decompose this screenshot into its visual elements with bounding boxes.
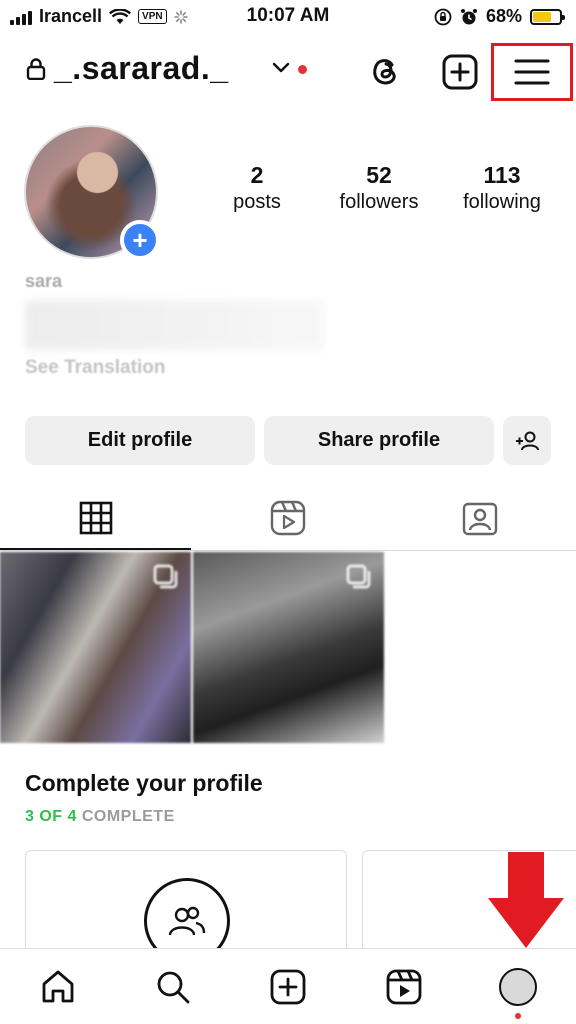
nav-profile[interactable]	[498, 967, 538, 1007]
home-icon	[42, 970, 74, 1003]
posts-label: posts	[233, 191, 281, 213]
nav-create[interactable]	[268, 967, 308, 1007]
reels-icon	[386, 969, 422, 1005]
add-person-icon	[516, 431, 539, 450]
search-icon	[157, 971, 190, 1004]
profile-header: _.sararad._	[0, 40, 576, 102]
nav-search[interactable]	[153, 967, 193, 1007]
profile-name: sara	[25, 271, 63, 291]
following-count: 113	[483, 162, 521, 188]
profile-avatar-wrap[interactable]: +	[24, 125, 160, 260]
tab-tagged[interactable]	[460, 498, 500, 538]
edit-profile-button[interactable]: Edit profile	[25, 416, 255, 465]
people-icon	[168, 906, 206, 936]
progress-count: 3 OF 4	[25, 808, 77, 825]
battery-icon	[530, 8, 565, 25]
stat-posts[interactable]: 2 posts	[222, 162, 292, 214]
status-bar: Irancell VPN 10:07 AM 68%	[0, 0, 576, 34]
status-right: 68%	[434, 6, 565, 27]
tab-divider	[0, 550, 576, 551]
tab-posts-grid[interactable]	[76, 498, 116, 538]
profile-bio-blurred	[25, 300, 325, 350]
tab-reels[interactable]	[268, 498, 308, 538]
profile-avatar-icon	[499, 968, 537, 1006]
posts-count: 2	[250, 162, 264, 188]
followers-count: 52	[366, 162, 392, 188]
menu-icon	[514, 59, 550, 85]
username-switcher[interactable]: _.sararad._	[54, 50, 229, 87]
complete-profile-title: Complete your profile	[25, 770, 263, 796]
profile-task-card[interactable]	[25, 850, 347, 964]
alarm-icon	[460, 8, 477, 24]
carousel-icon	[346, 564, 371, 589]
notification-dot	[515, 1013, 521, 1019]
tagged-icon	[462, 502, 498, 536]
post-thumbnail[interactable]	[193, 552, 384, 743]
nav-reels[interactable]	[384, 967, 424, 1007]
menu-button[interactable]	[491, 43, 573, 101]
carousel-icon	[153, 564, 178, 589]
stat-followers[interactable]: 52 followers	[329, 162, 429, 214]
followers-label: followers	[339, 191, 419, 213]
create-icon	[270, 969, 306, 1005]
share-profile-button[interactable]: Share profile	[264, 416, 494, 465]
see-translation-link[interactable]: See Translation	[25, 357, 165, 379]
add-story-button[interactable]: +	[120, 220, 160, 260]
grid-icon	[79, 501, 113, 535]
threads-icon[interactable]	[366, 52, 404, 90]
chevron-down-icon[interactable]	[272, 62, 290, 74]
reels-icon	[270, 500, 306, 536]
red-arrow-annotation	[488, 852, 564, 948]
post-thumbnail[interactable]	[0, 552, 191, 743]
following-label: following	[463, 191, 541, 213]
complete-profile-progress: 3 OF 4 COMPLETE	[25, 808, 175, 826]
create-post-icon[interactable]	[441, 53, 479, 91]
progress-suffix: COMPLETE	[76, 808, 175, 825]
battery-percent: 68%	[485, 6, 522, 26]
discover-people-button[interactable]	[503, 416, 551, 465]
bottom-nav	[0, 948, 576, 1024]
notification-dot	[298, 65, 307, 74]
orientation-lock-icon	[434, 8, 452, 25]
nav-home[interactable]	[38, 967, 78, 1007]
lock-icon	[26, 58, 46, 80]
stat-following[interactable]: 113 following	[452, 162, 552, 214]
